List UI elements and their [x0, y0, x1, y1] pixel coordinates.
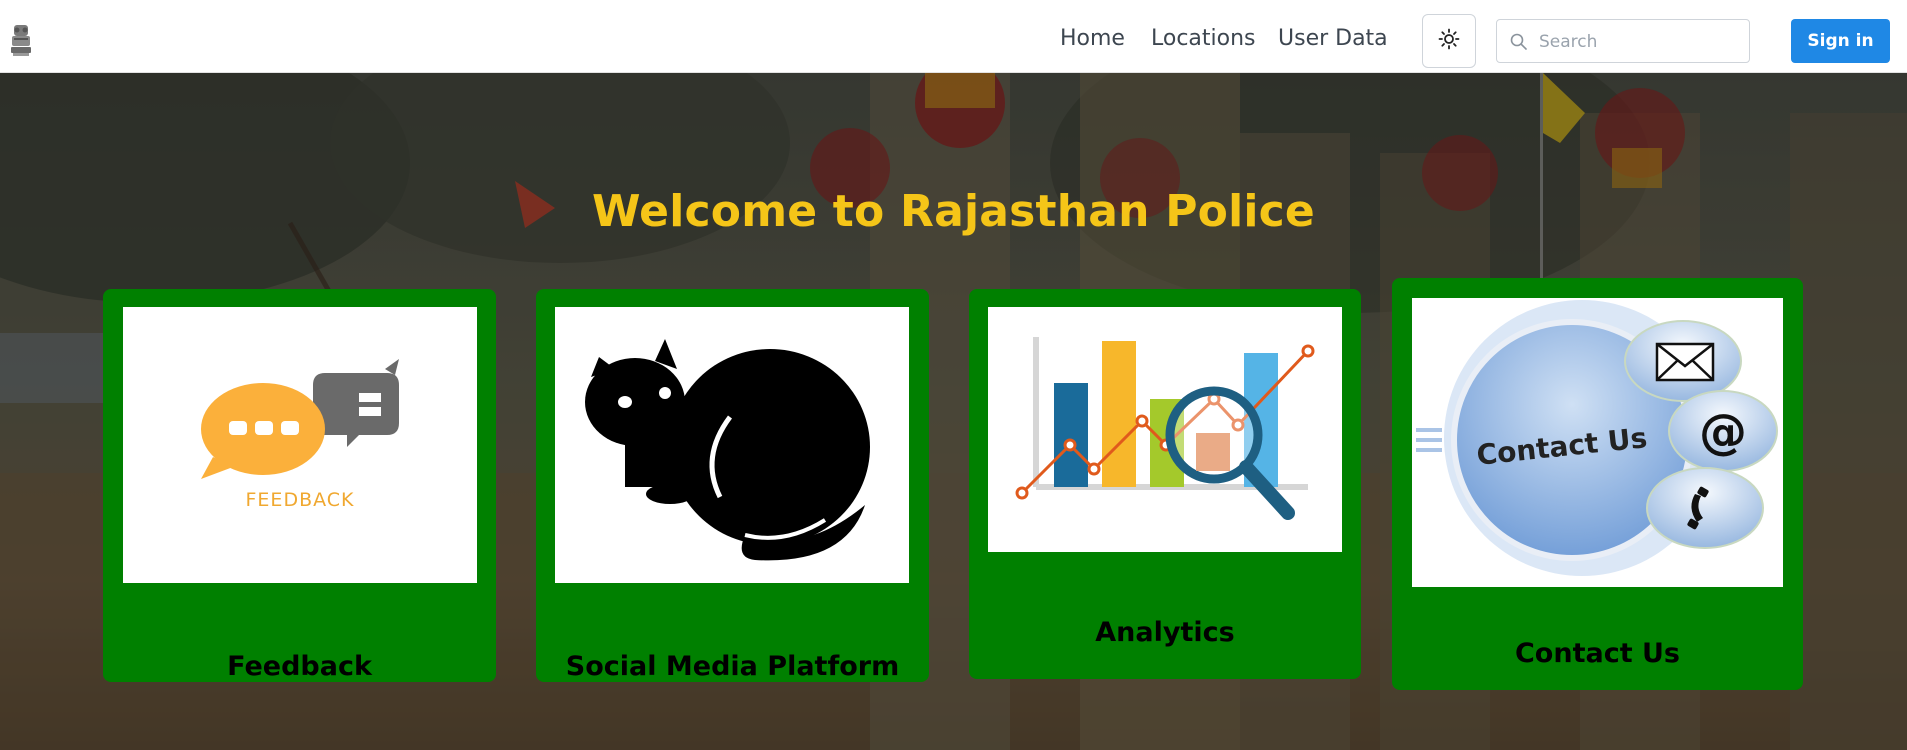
- black-cat-illustration: [555, 307, 909, 583]
- top-navbar: Home Locations User Data Search Sign in: [0, 0, 1907, 73]
- nav-link-home[interactable]: Home: [1060, 26, 1125, 51]
- analytics-chart-illustration: [988, 307, 1342, 552]
- card-label-social-media-platform: Social Media Platform: [565, 651, 900, 682]
- nav-link-user-data[interactable]: User Data: [1278, 26, 1388, 51]
- search-box: [1496, 19, 1750, 63]
- emblem-logo-icon[interactable]: [8, 22, 34, 58]
- page-title: Welcome to Rajasthan Police: [592, 186, 1315, 237]
- hero-section: Welcome to Rajasthan Police FEEDBACK Fee…: [0, 73, 1907, 750]
- nav-link-locations[interactable]: Locations: [1151, 26, 1256, 51]
- sun-icon: [1438, 28, 1460, 54]
- card-social-media-platform[interactable]: Social Media Platform: [536, 289, 929, 682]
- card-feedback[interactable]: FEEDBACK Feedback: [103, 289, 496, 682]
- search-icon: [1509, 32, 1529, 52]
- theme-toggle-button[interactable]: [1422, 14, 1476, 68]
- card-label-analytics: Analytics: [1095, 617, 1235, 648]
- search-input[interactable]: [1537, 24, 1745, 60]
- feedback-illustration: FEEDBACK: [123, 307, 477, 583]
- card-label-contact-us: Contact Us: [1514, 638, 1681, 669]
- card-analytics[interactable]: Analytics: [969, 289, 1361, 679]
- contact-us-illustration: @ Contact Us: [1412, 298, 1783, 587]
- sign-in-button[interactable]: Sign in: [1791, 19, 1890, 63]
- feedback-image-text: FEEDBACK: [246, 489, 355, 511]
- card-contact-us[interactable]: @ Contact Us Contact Us: [1392, 278, 1803, 690]
- card-label-feedback: Feedback: [227, 651, 372, 682]
- svg-text:@: @: [1699, 404, 1747, 460]
